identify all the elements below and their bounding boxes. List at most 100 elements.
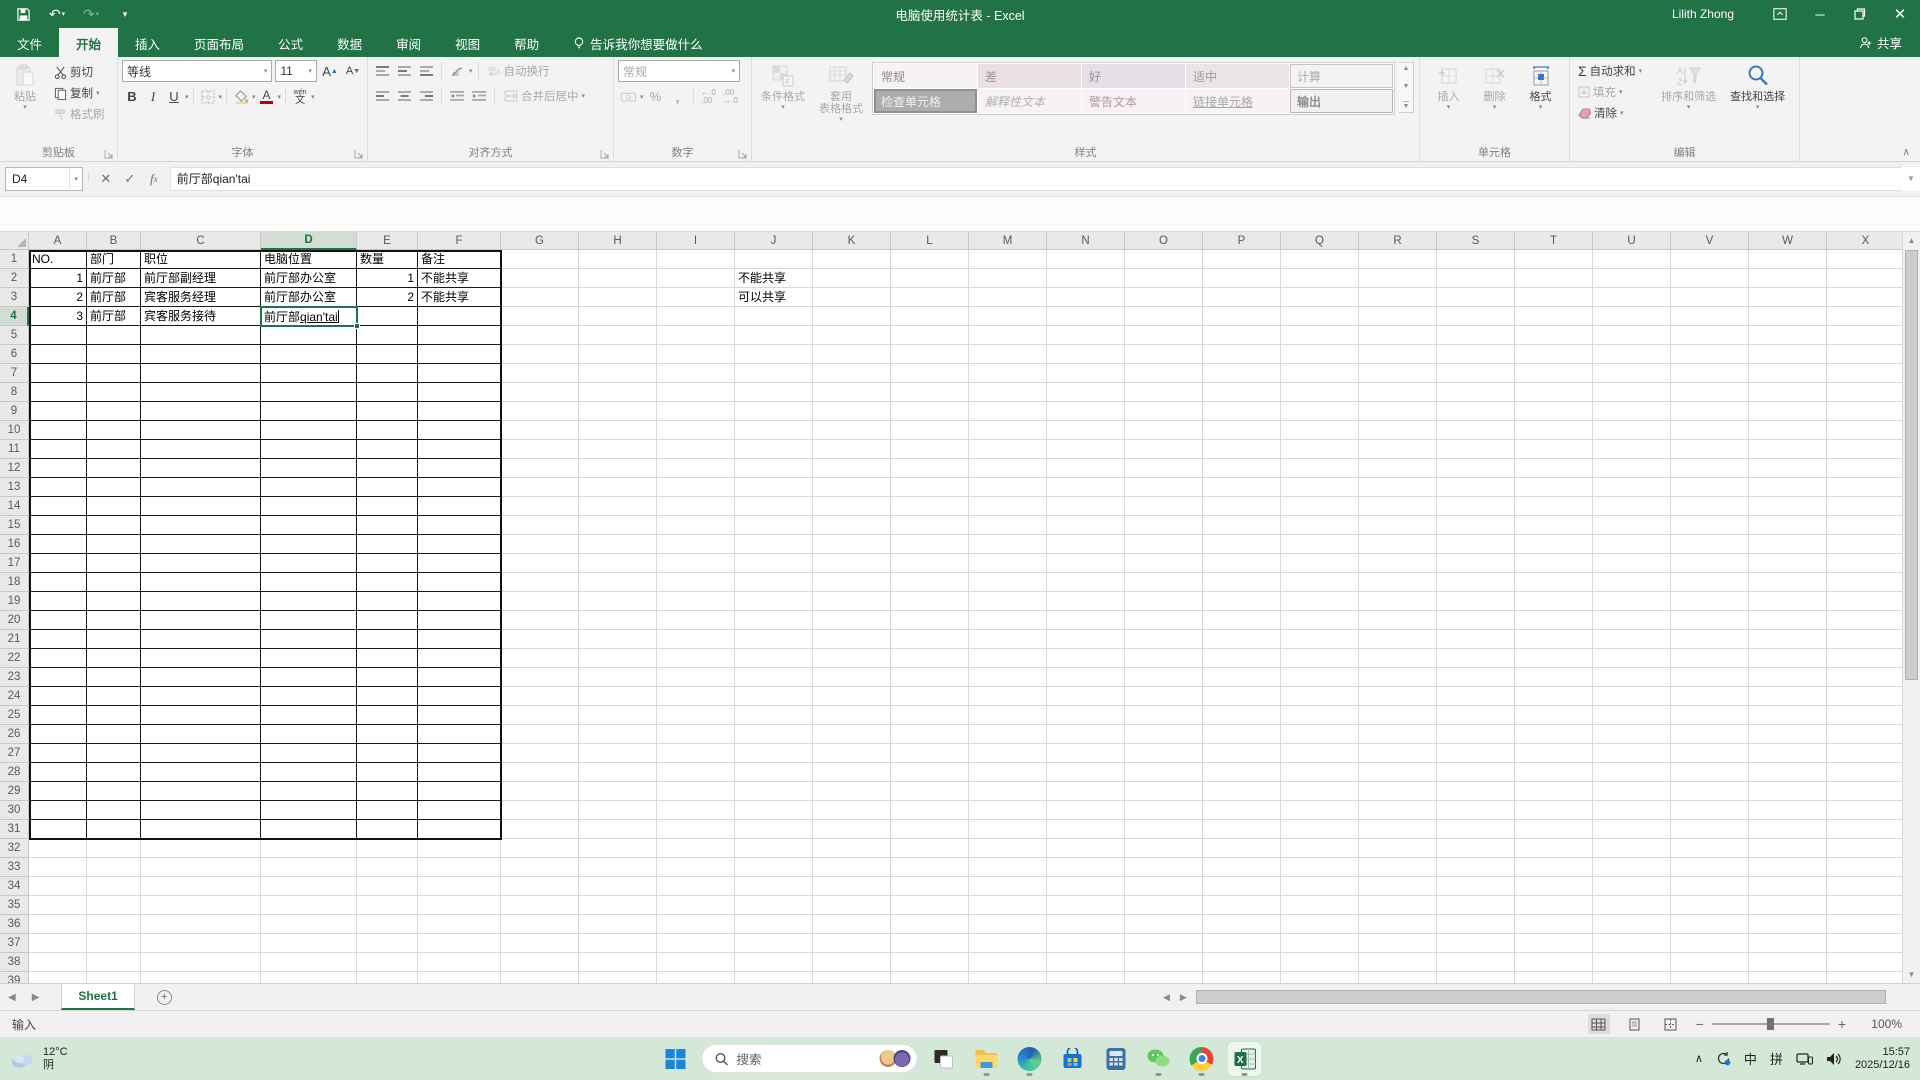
cell-V34[interactable] [1671, 877, 1749, 896]
cell-H16[interactable] [579, 535, 657, 554]
cell-S16[interactable] [1437, 535, 1515, 554]
style-check-cell[interactable]: 检查单元格 [874, 89, 977, 113]
cell-U13[interactable] [1593, 478, 1671, 497]
cell-M27[interactable] [969, 744, 1047, 763]
cell-N35[interactable] [1047, 896, 1125, 915]
cell-D12[interactable] [261, 459, 357, 478]
cell-L26[interactable] [891, 725, 969, 744]
cell-A8[interactable] [29, 383, 87, 402]
cell-K34[interactable] [813, 877, 891, 896]
cell-D37[interactable] [261, 934, 357, 953]
format-painter-button[interactable]: 格式刷 [50, 104, 109, 124]
cell-C31[interactable] [141, 820, 261, 839]
cell-X25[interactable] [1827, 706, 1905, 725]
cell-P16[interactable] [1203, 535, 1281, 554]
cell-A30[interactable] [29, 801, 87, 820]
cell-V1[interactable] [1671, 250, 1749, 269]
cell-Q1[interactable] [1281, 250, 1359, 269]
cell-U27[interactable] [1593, 744, 1671, 763]
cell-H30[interactable] [579, 801, 657, 820]
cell-O39[interactable] [1125, 972, 1203, 983]
cell-P21[interactable] [1203, 630, 1281, 649]
cell-P13[interactable] [1203, 478, 1281, 497]
cell-O11[interactable] [1125, 440, 1203, 459]
sheet-nav-left-icon[interactable]: ◀ [0, 992, 24, 1003]
cell-M1[interactable] [969, 250, 1047, 269]
cell-F4[interactable] [418, 307, 501, 326]
cell-V20[interactable] [1671, 611, 1749, 630]
cell-X9[interactable] [1827, 402, 1905, 421]
cell-F32[interactable] [418, 839, 501, 858]
cell-X21[interactable] [1827, 630, 1905, 649]
autosum-button[interactable]: Σ 自动求和▾ [1574, 61, 1646, 81]
cell-S18[interactable] [1437, 573, 1515, 592]
cell-Q33[interactable] [1281, 858, 1359, 877]
cell-S33[interactable] [1437, 858, 1515, 877]
taskbar-clock[interactable]: 15:57 2025/12/16 [1855, 1046, 1910, 1072]
clipboard-dialog-launcher-icon[interactable] [104, 149, 114, 159]
cell-C22[interactable] [141, 649, 261, 668]
cell-B5[interactable] [87, 326, 141, 345]
cell-F6[interactable] [418, 345, 501, 364]
cell-E7[interactable] [357, 364, 418, 383]
underline-button[interactable]: U [164, 86, 184, 107]
cell-B9[interactable] [87, 402, 141, 421]
cell-N33[interactable] [1047, 858, 1125, 877]
cell-X26[interactable] [1827, 725, 1905, 744]
cell-S32[interactable] [1437, 839, 1515, 858]
cell-B29[interactable] [87, 782, 141, 801]
cell-N23[interactable] [1047, 668, 1125, 687]
cell-C4[interactable]: 宾客服务接待 [141, 307, 261, 326]
task-view-button[interactable] [927, 1042, 961, 1076]
cell-V15[interactable] [1671, 516, 1749, 535]
cell-E34[interactable] [357, 877, 418, 896]
cell-O1[interactable] [1125, 250, 1203, 269]
cell-U24[interactable] [1593, 687, 1671, 706]
cell-I36[interactable] [657, 915, 735, 934]
cell-W10[interactable] [1749, 421, 1827, 440]
cell-B11[interactable] [87, 440, 141, 459]
tab-data[interactable]: 数据 [320, 28, 379, 57]
cell-F7[interactable] [418, 364, 501, 383]
cell-O30[interactable] [1125, 801, 1203, 820]
cell-F17[interactable] [418, 554, 501, 573]
col-header-P[interactable]: P [1203, 232, 1281, 250]
cell-N36[interactable] [1047, 915, 1125, 934]
cell-O38[interactable] [1125, 953, 1203, 972]
cell-D16[interactable] [261, 535, 357, 554]
cell-G20[interactable] [501, 611, 579, 630]
cell-B13[interactable] [87, 478, 141, 497]
row-header-2[interactable]: 2 [0, 269, 29, 288]
cell-C25[interactable] [141, 706, 261, 725]
cell-E17[interactable] [357, 554, 418, 573]
cell-K39[interactable] [813, 972, 891, 983]
cell-A12[interactable] [29, 459, 87, 478]
cell-E31[interactable] [357, 820, 418, 839]
cell-A9[interactable] [29, 402, 87, 421]
cell-T25[interactable] [1515, 706, 1593, 725]
cell-H9[interactable] [579, 402, 657, 421]
cell-O4[interactable] [1125, 307, 1203, 326]
cell-V22[interactable] [1671, 649, 1749, 668]
tab-page-layout[interactable]: 页面布局 [177, 28, 261, 57]
cell-U2[interactable] [1593, 269, 1671, 288]
scroll-left-icon[interactable]: ◀ [1158, 992, 1175, 1003]
comma-icon[interactable]: , [668, 86, 688, 107]
tab-insert[interactable]: 插入 [118, 28, 177, 57]
cell-Q11[interactable] [1281, 440, 1359, 459]
cell-S34[interactable] [1437, 877, 1515, 896]
cell-Q24[interactable] [1281, 687, 1359, 706]
accounting-format-icon[interactable] [618, 86, 638, 107]
cell-V14[interactable] [1671, 497, 1749, 516]
cell-T14[interactable] [1515, 497, 1593, 516]
cell-V27[interactable] [1671, 744, 1749, 763]
cell-M7[interactable] [969, 364, 1047, 383]
cell-P25[interactable] [1203, 706, 1281, 725]
col-header-E[interactable]: E [357, 232, 418, 250]
shrink-font-icon[interactable]: A▼ [343, 61, 363, 82]
wrap-text-button[interactable]: ab 自动换行 [484, 61, 554, 81]
cell-I26[interactable] [657, 725, 735, 744]
cell-I32[interactable] [657, 839, 735, 858]
cell-J26[interactable] [735, 725, 813, 744]
cell-D27[interactable] [261, 744, 357, 763]
